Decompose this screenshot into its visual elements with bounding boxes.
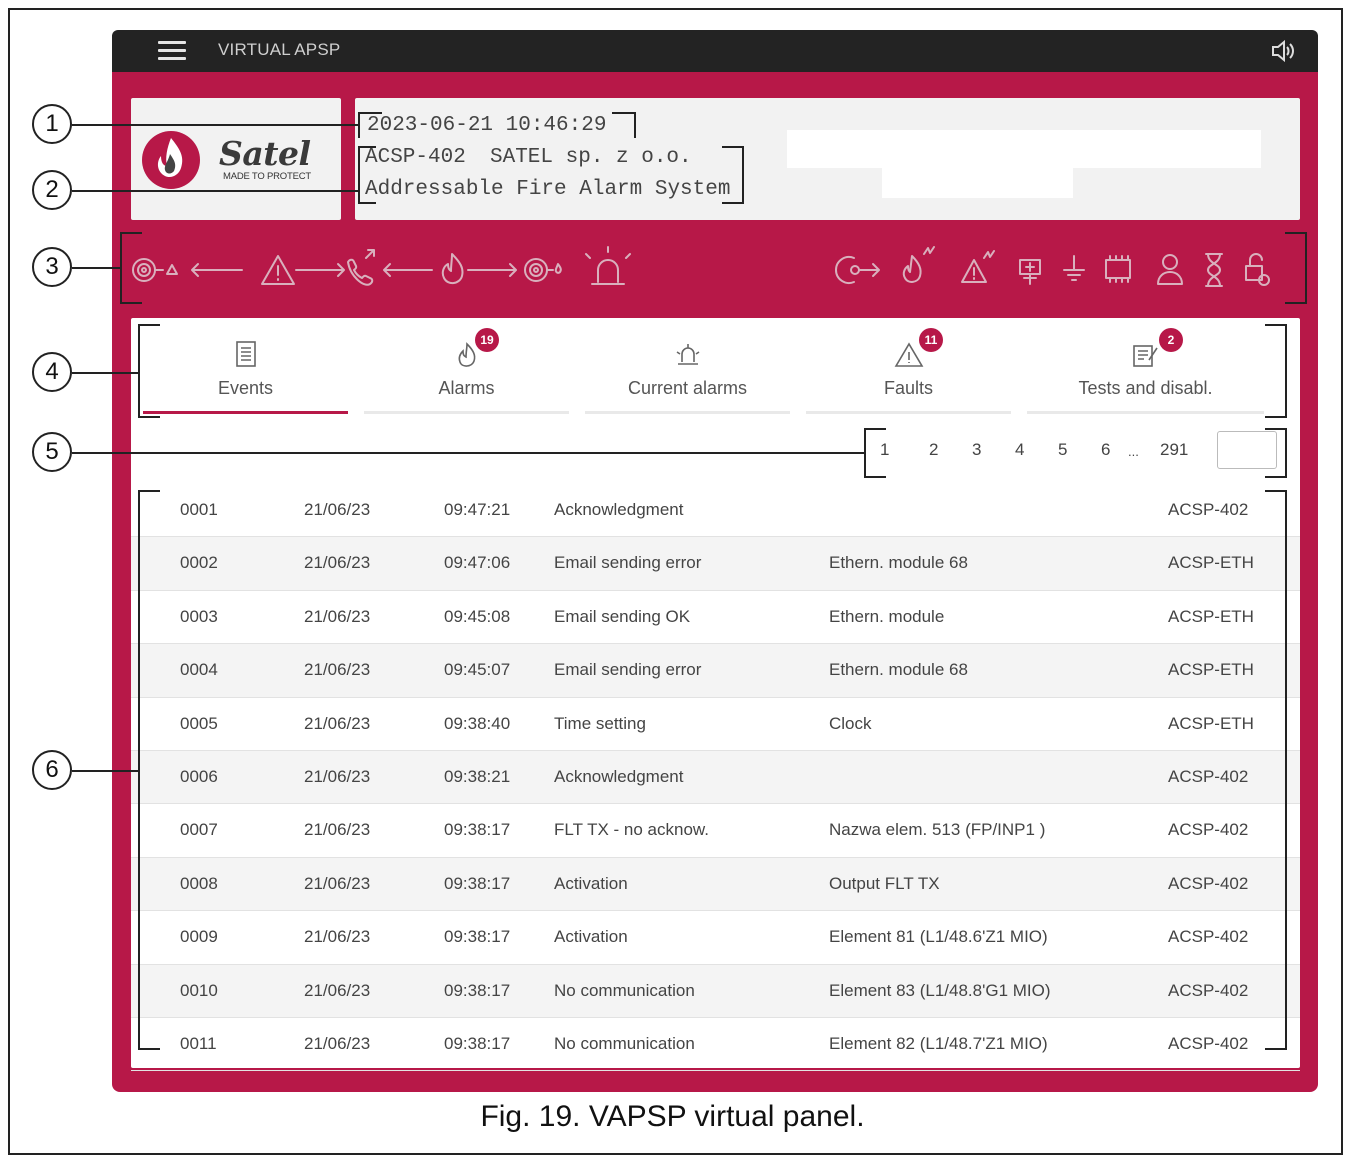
- brand-tagline: MADE TO PROTECT: [223, 171, 311, 182]
- bracket-5: [864, 428, 1287, 478]
- bracket-1: [358, 112, 636, 138]
- callout-2: 2: [32, 170, 72, 210]
- callout-5: 5: [32, 432, 72, 472]
- bracket-2: [358, 146, 744, 204]
- bracket-6: [138, 490, 1287, 1050]
- blank-field: [787, 130, 1261, 168]
- top-bar: VIRTUAL APSP: [112, 30, 1318, 72]
- logo-box: Satel MADE TO PROTECT: [131, 98, 341, 220]
- callout-1: 1: [32, 104, 72, 144]
- satel-flame-logo-icon: [142, 131, 200, 189]
- bracket-3: [120, 232, 1307, 304]
- bracket-4: [138, 324, 1287, 418]
- hamburger-menu-icon[interactable]: [158, 41, 186, 61]
- brand-name: Satel: [219, 134, 311, 173]
- callout-4: 4: [32, 352, 72, 392]
- callout-3: 3: [32, 247, 72, 287]
- blank-field: [882, 168, 1073, 198]
- app-title: VIRTUAL APSP: [218, 40, 341, 59]
- figure-caption: Fig. 19. VAPSP virtual panel.: [480, 1100, 865, 1133]
- callout-6: 6: [32, 750, 72, 790]
- speaker-icon[interactable]: [1270, 39, 1296, 68]
